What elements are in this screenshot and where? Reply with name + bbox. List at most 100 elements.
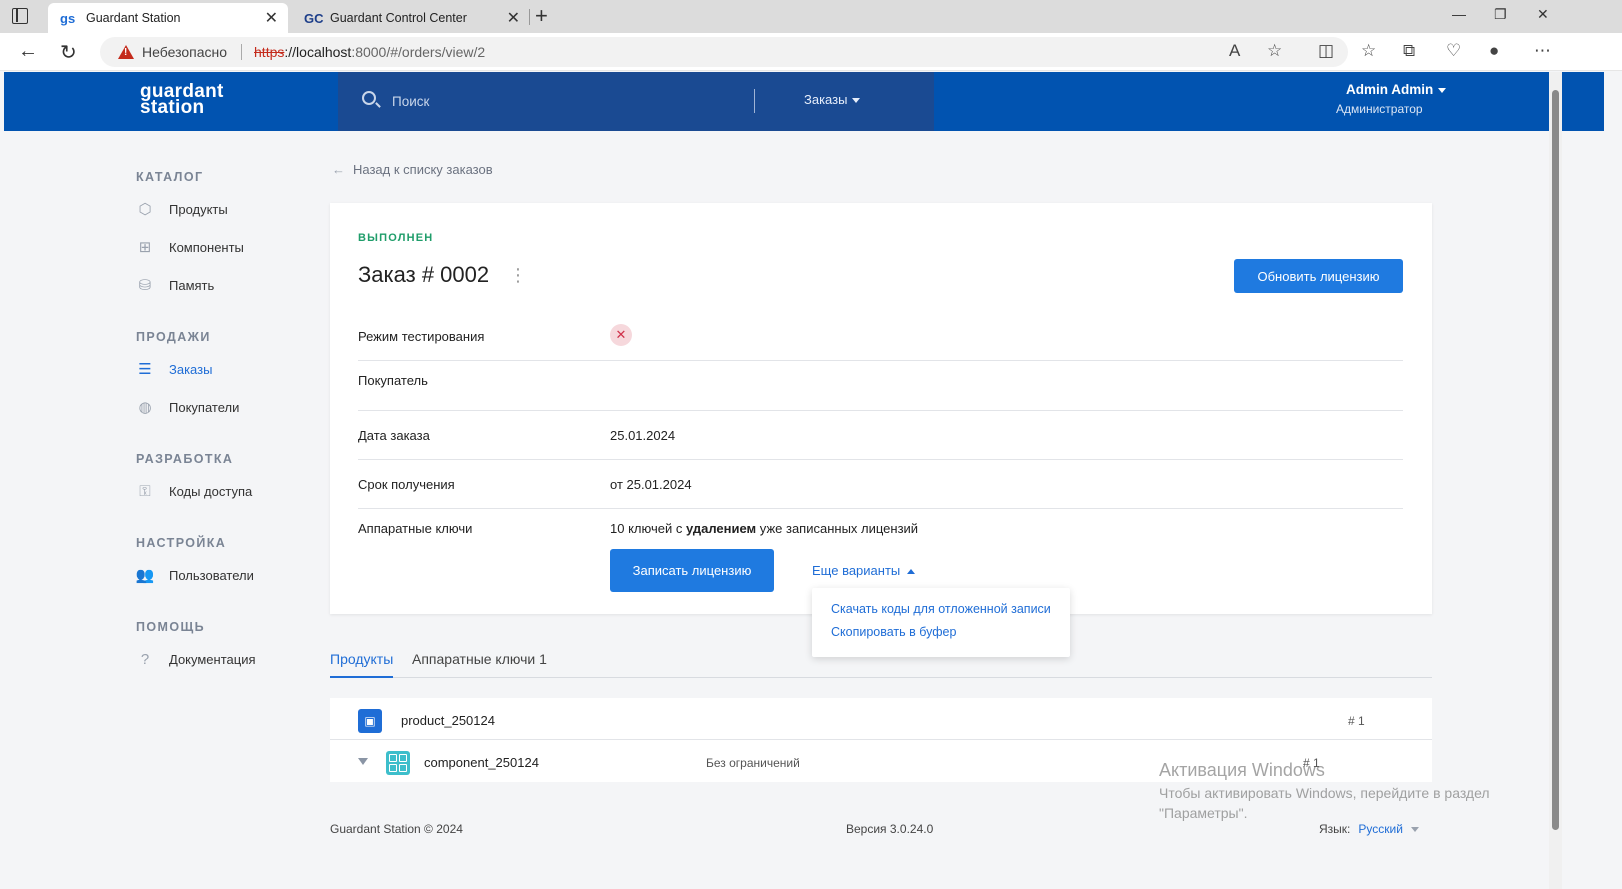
chevron-down-icon [1438, 87, 1447, 93]
windows-activation-title: Активация Windows [1159, 760, 1325, 780]
warning-icon [118, 45, 134, 59]
clipboard-icon: ☰ [138, 361, 152, 378]
field-hardware-keys: Аппаратные ключи 10 ключей с удалением у… [358, 509, 1403, 543]
chevron-down-icon[interactable] [358, 758, 368, 765]
tab-hardware-keys[interactable]: Аппаратные ключи 1 [412, 651, 547, 678]
close-x-icon: ✕ [610, 324, 632, 346]
orders-dropdown[interactable]: Заказы [804, 92, 861, 107]
favorites-icon[interactable]: ☆ [1361, 41, 1376, 61]
url-bar[interactable]: Небезопасно https://localhost:8000/#/ord… [100, 37, 1348, 67]
field-test-mode: Режим тестирования ✕ [358, 315, 1403, 361]
globe-icon: ◍ [138, 399, 152, 416]
tab-products[interactable]: Продукты [330, 651, 394, 678]
url-path: :8000/#/orders/view/2 [351, 44, 486, 60]
sidebar-item-access-codes[interactable]: ⚿ Коды доступа [136, 478, 316, 504]
order-card: ВЫПОЛНЕН Заказ # 0002 ⋮ Обновить лицензи… [330, 203, 1432, 614]
security-label: Небезопасно [142, 44, 228, 60]
cube-icon: ⬡ [138, 201, 152, 218]
product-number: # 1 [1348, 714, 1365, 728]
search-icon [362, 91, 376, 105]
url-host: ://localhost [284, 44, 352, 60]
field-label: Режим тестирования [358, 329, 485, 344]
address-toolbar: ← ↻ Небезопасно https://localhost:8000/#… [0, 33, 1622, 71]
field-order-date: Дата заказа 25.01.2024 [358, 411, 1403, 460]
field-value: 25.01.2024 [610, 428, 676, 443]
page-title: Заказ # 0002 [358, 262, 490, 287]
more-options-label: Еще варианты [812, 563, 901, 578]
browser-tab-control-center[interactable]: GC Guardant Control Center ✕ [292, 3, 530, 33]
more-menu-icon[interactable]: ⋯ [1534, 41, 1551, 61]
browser-tabbar: gs Guardant Station ✕ GC Guardant Contro… [0, 0, 1622, 33]
chevron-down-icon [852, 98, 861, 104]
back-to-orders-link[interactable]: ← Назад к списку заказов [332, 162, 493, 177]
product-name: product_250124 [401, 713, 495, 728]
scrollbar-thumb[interactable] [1552, 90, 1559, 830]
sidebar-item-memory[interactable]: ⛁ Память [136, 272, 316, 298]
sidebar-item-buyers[interactable]: ◍ Покупатели [136, 394, 316, 420]
language-selector[interactable]: Язык: Русский [1319, 822, 1419, 836]
orders-dropdown-label: Заказы [804, 92, 848, 107]
favorite-star-icon[interactable]: ☆ [1267, 41, 1282, 61]
menu-item-download-codes[interactable]: Скачать коды для отложенной записи [831, 602, 1051, 616]
sidebar-item-orders[interactable]: ☰ Заказы [136, 356, 316, 382]
user-role: Администратор [1336, 102, 1423, 116]
restore-icon[interactable]: ❐ [1494, 6, 1507, 23]
profile-avatar-icon[interactable]: ● [1489, 41, 1499, 61]
windows-activation-text: Чтобы активировать Windows, перейдите в … [1159, 785, 1490, 821]
sidebar-section-settings: НАСТРОЙКА [136, 536, 227, 550]
write-license-button[interactable]: Записать лицензию [610, 549, 774, 592]
search-input[interactable] [392, 89, 752, 113]
app-header: guardant station Заказы Admin Admin Адми… [4, 72, 1604, 131]
sidebar-item-components[interactable]: ⊞ Компоненты [136, 234, 316, 260]
sidebar-item-label: Память [169, 277, 215, 293]
more-options-dropdown: Скачать коды для отложенной записи Скопи… [812, 588, 1070, 657]
user-menu[interactable]: Admin Admin [1346, 82, 1447, 97]
tab-title: Guardant Control Center [330, 11, 467, 25]
list-item[interactable]: ▣ product_250124 # 1 [330, 698, 1432, 740]
field-value: 10 ключей с удалением уже записанных лиц… [610, 521, 918, 536]
split-screen-icon[interactable]: ◫ [1318, 41, 1334, 61]
more-options-link[interactable]: Еще варианты [812, 563, 916, 578]
collections-icon[interactable]: ⧉ [1403, 41, 1415, 61]
user-name: Admin Admin [1346, 82, 1434, 97]
tab-actions-icon[interactable] [12, 8, 28, 24]
browser-tab-guardant-station[interactable]: gs Guardant Station ✕ [48, 3, 288, 33]
minimize-icon[interactable]: — [1452, 6, 1466, 22]
sidebar-item-label: Продукты [169, 201, 228, 217]
read-aloud-icon[interactable]: A [1229, 41, 1240, 61]
kebab-menu-icon[interactable]: ⋮ [509, 266, 527, 284]
component-limit: Без ограничений [706, 756, 800, 770]
sidebar-item-users[interactable]: 👥 Пользователи [136, 562, 316, 588]
refresh-icon[interactable]: ↻ [60, 40, 77, 65]
users-icon: 👥 [135, 567, 155, 584]
help-icon: ? [140, 650, 150, 668]
url-scheme: https [254, 44, 285, 60]
sidebar-section-catalog: КАТАЛОГ [136, 170, 204, 184]
sidebar-section-help: ПОМОЩЬ [136, 620, 205, 634]
field-label: Срок получения [358, 477, 455, 492]
tab-separator [529, 9, 530, 25]
new-tab-icon[interactable]: + [535, 3, 548, 29]
sidebar-item-documentation[interactable]: ? Документация [136, 646, 316, 672]
database-icon: ⛁ [138, 277, 152, 294]
browser-essentials-icon[interactable]: ♡ [1446, 41, 1461, 61]
close-tab-icon[interactable]: ✕ [507, 8, 520, 28]
url-separator [241, 44, 243, 60]
guardant-station-logo[interactable]: guardant station [140, 82, 224, 117]
sidebar-item-label: Коды доступа [169, 483, 253, 499]
back-link-label: Назад к списку заказов [353, 162, 493, 177]
component-grid-icon [386, 751, 410, 775]
field-buyer: Покупатель [358, 361, 1403, 411]
page-scrollbar[interactable] [1549, 72, 1562, 889]
field-label: Аппаратные ключи [358, 521, 473, 536]
language-label: Язык: [1319, 822, 1351, 836]
update-license-button[interactable]: Обновить лицензию [1234, 259, 1403, 293]
sidebar-item-products[interactable]: ⬡ Продукты [136, 196, 316, 222]
status-badge: ВЫПОЛНЕН [358, 232, 434, 244]
close-tab-icon[interactable]: ✕ [265, 8, 278, 28]
menu-item-copy-to-buffer[interactable]: Скопировать в буфер [831, 625, 956, 639]
control-center-favicon: GC [304, 10, 324, 26]
close-window-icon[interactable]: ✕ [1537, 6, 1549, 23]
back-arrow-icon[interactable]: ← [18, 40, 38, 63]
field-receive-period: Срок получения от 25.01.2024 [358, 460, 1403, 509]
